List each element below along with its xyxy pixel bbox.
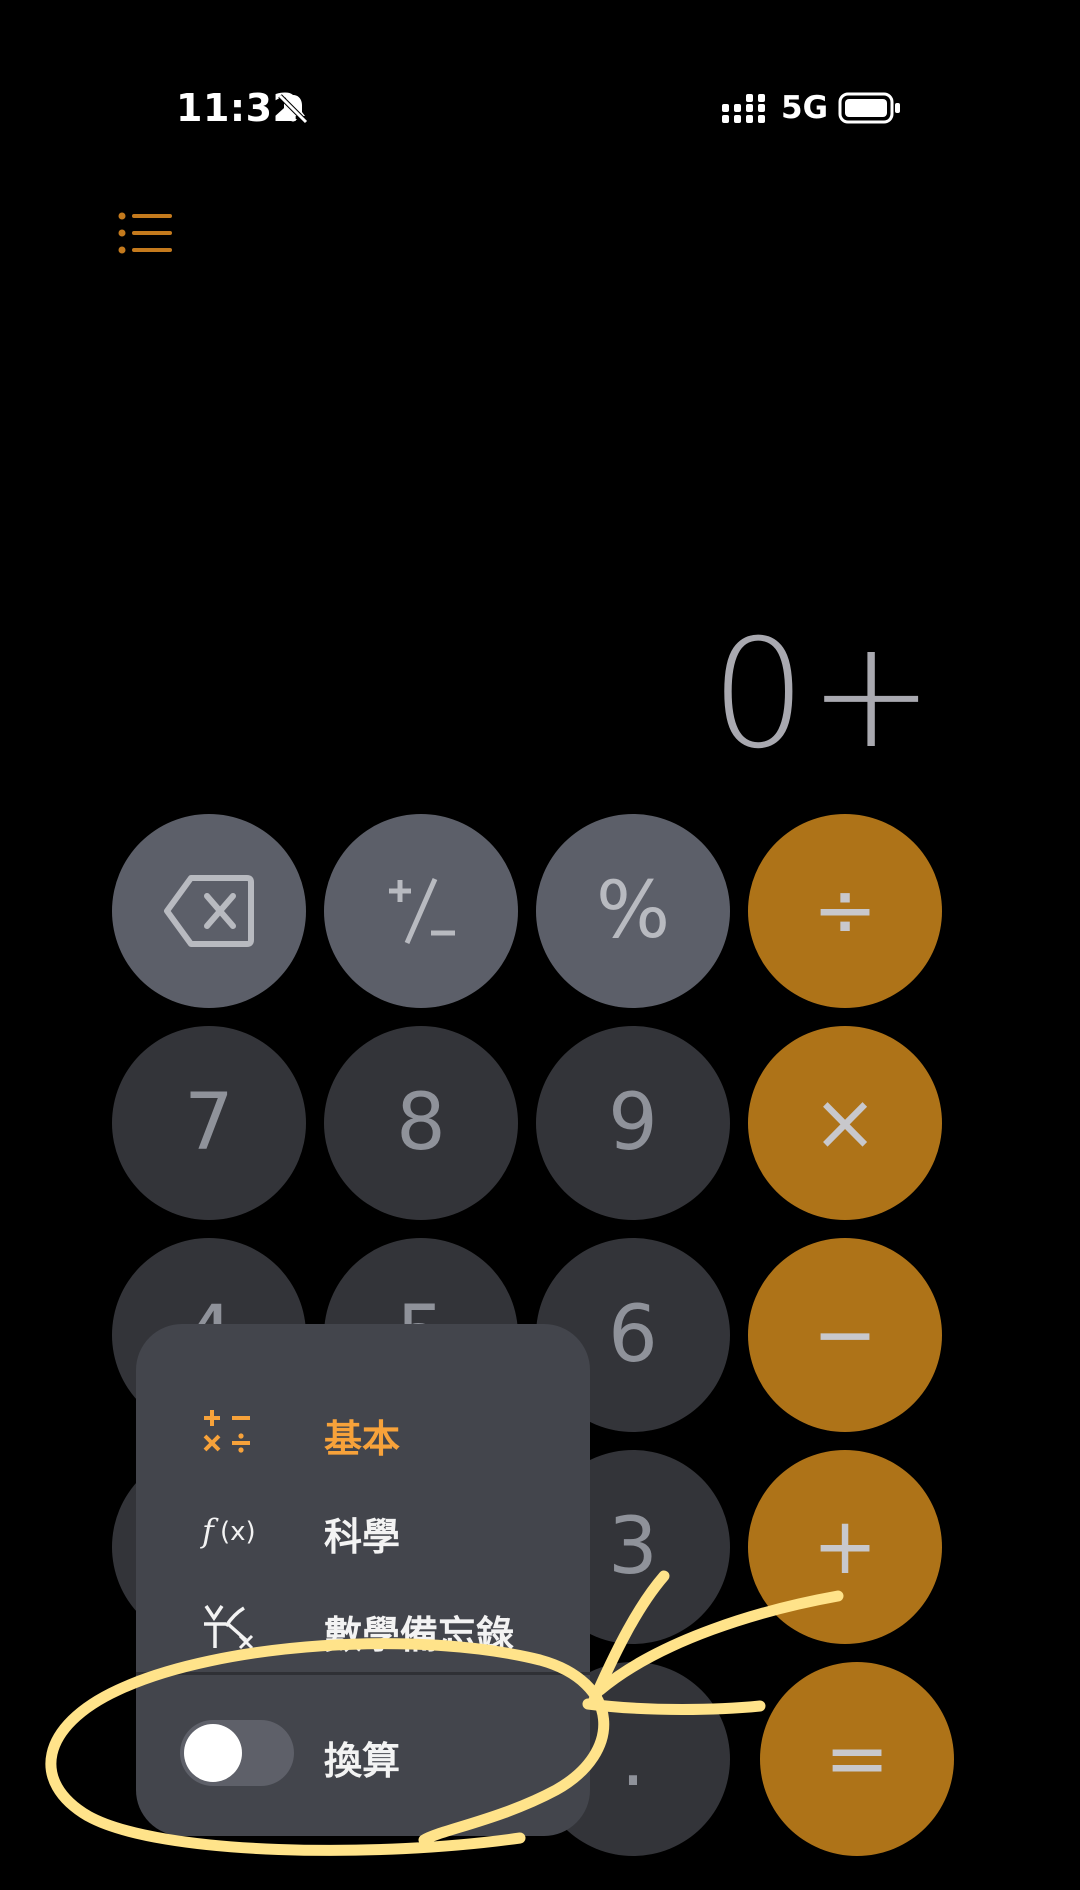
- equals-button[interactable]: =: [760, 1662, 954, 1856]
- menu-item-label: 數學備忘錄: [324, 1613, 515, 1657]
- plus-minus-icon: [389, 877, 455, 945]
- cellular-signal-icon: [722, 94, 765, 123]
- sign-toggle-button[interactable]: [324, 814, 518, 1008]
- digit-7-button[interactable]: 7: [112, 1026, 306, 1220]
- menu-divider: [136, 1672, 590, 1675]
- menu-item-basic[interactable]: 基本: [136, 1386, 590, 1476]
- minus-button[interactable]: −: [748, 1238, 942, 1432]
- multiply-button[interactable]: ×: [748, 1026, 942, 1220]
- svg-text:(x): (x): [220, 1517, 256, 1547]
- backspace-button[interactable]: [112, 814, 306, 1008]
- battery-icon: [838, 92, 900, 124]
- convert-toggle[interactable]: [180, 1720, 294, 1786]
- menu-item-math-notes[interactable]: 數學備忘錄: [136, 1582, 590, 1672]
- convert-label: 換算: [324, 1739, 401, 1783]
- network-type: 5G: [781, 90, 829, 126]
- mode-menu-popup: 基本 f (x) 科學 數學備忘錄 換算: [136, 1324, 590, 1836]
- backspace-icon: [164, 875, 254, 947]
- basic-operators-icon: [203, 1410, 250, 1453]
- svg-text:f: f: [200, 1512, 219, 1550]
- digit-8-button[interactable]: 8: [324, 1026, 518, 1220]
- menu-item-label: 基本: [324, 1417, 401, 1461]
- menu-item-scientific[interactable]: f (x) 科學: [136, 1484, 590, 1574]
- calculator-display: 0+: [710, 608, 936, 782]
- percent-button[interactable]: %: [536, 814, 730, 1008]
- function-icon: f (x): [200, 1512, 256, 1550]
- list-menu-icon[interactable]: [118, 212, 172, 254]
- digit-9-button[interactable]: 9: [536, 1026, 730, 1220]
- muted-bell-icon: [278, 94, 308, 124]
- divide-button[interactable]: ÷: [748, 814, 942, 1008]
- toggle-knob: [184, 1724, 242, 1782]
- menu-item-label: 科學: [324, 1515, 401, 1559]
- plus-button[interactable]: +: [748, 1450, 942, 1644]
- math-notes-icon: [204, 1605, 254, 1650]
